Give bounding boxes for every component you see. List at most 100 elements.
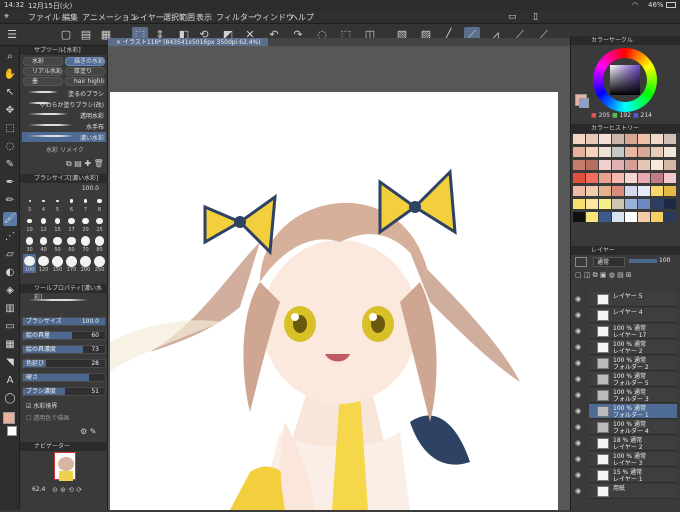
brushsize-cell[interactable]: 17 — [65, 214, 78, 233]
brushsize-cell[interactable]: 3 — [23, 194, 36, 213]
layer-row[interactable]: ◉ 100 % 通常 フォルダー 3 — [575, 388, 677, 403]
brushsize-cell[interactable]: 5 — [51, 194, 64, 213]
eye-icon[interactable]: ◉ — [575, 439, 581, 447]
hand-icon[interactable]: ✋ — [3, 68, 17, 82]
history-swatch[interactable] — [664, 212, 676, 222]
eyedropper-icon[interactable]: ✎ — [3, 158, 17, 172]
history-swatch[interactable] — [664, 173, 676, 183]
pencil-icon[interactable]: ✏ — [3, 194, 17, 208]
lasso-icon[interactable]: ◌ — [3, 140, 17, 154]
slider-paint-density[interactable]: 絵の具濃度 73 — [22, 345, 106, 354]
brushsize-cell[interactable]: 120 — [37, 254, 50, 273]
menu-layer[interactable]: レイヤー — [132, 12, 164, 23]
history-swatch[interactable] — [625, 160, 637, 170]
eye-icon[interactable]: ◉ — [575, 295, 581, 303]
slider-paint-amount[interactable]: 絵の具量 60 — [22, 331, 106, 340]
eye-icon[interactable]: ◉ — [575, 391, 581, 399]
history-swatch[interactable] — [573, 134, 585, 144]
history-swatch[interactable] — [586, 173, 598, 183]
layer-row[interactable]: ◉ 18 % 通常 レイヤー 2 — [575, 436, 677, 451]
move-icon[interactable]: ✥ — [3, 104, 17, 118]
history-swatch[interactable] — [664, 147, 676, 157]
color-square[interactable] — [610, 65, 640, 95]
brushsize-cell[interactable]: 12 — [37, 214, 50, 233]
history-swatch[interactable] — [612, 173, 624, 183]
history-swatch[interactable] — [638, 186, 650, 196]
history-swatch[interactable] — [651, 160, 663, 170]
history-swatch[interactable] — [664, 160, 676, 170]
brush-item-4[interactable]: 濃い水彩 — [22, 132, 106, 142]
eye-icon[interactable]: ◉ — [575, 487, 581, 495]
history-swatch[interactable] — [664, 199, 676, 209]
history-swatch[interactable] — [573, 199, 585, 209]
gradient-icon[interactable]: ▥ — [3, 302, 17, 316]
menu-view[interactable]: 表示 — [196, 12, 212, 23]
brushsize-cell[interactable]: 80 — [93, 234, 106, 253]
history-swatch[interactable] — [573, 212, 585, 222]
new-file-icon[interactable]: ▢ — [58, 27, 74, 43]
layer-new-icon[interactable] — [575, 257, 587, 267]
subtool-group-4[interactable]: 墨 — [23, 77, 63, 86]
blend-icon[interactable]: ◐ — [3, 266, 17, 280]
history-swatch[interactable] — [586, 160, 598, 170]
history-swatch[interactable] — [664, 134, 676, 144]
brush-item-2[interactable]: 透明水彩 — [22, 110, 106, 120]
smartphone-icon[interactable]: ▭ — [508, 12, 517, 22]
eye-icon[interactable]: ◉ — [575, 455, 581, 463]
brushsize-cell[interactable]: 170 — [65, 254, 78, 273]
history-swatch[interactable] — [586, 147, 598, 157]
text-icon[interactable]: A — [3, 374, 17, 388]
history-swatch[interactable] — [638, 199, 650, 209]
layer-row[interactable]: ◉ 100 % 通常 レイヤー 2 — [575, 340, 677, 355]
history-swatch[interactable] — [651, 199, 663, 209]
eye-icon[interactable]: ◉ — [575, 407, 581, 415]
history-swatch[interactable] — [586, 134, 598, 144]
brushsize-cell[interactable]: 20 — [79, 214, 92, 233]
brushsize-cell[interactable]: 70 — [79, 234, 92, 253]
history-swatch[interactable] — [586, 199, 598, 209]
eye-icon[interactable]: ◉ — [575, 471, 581, 479]
menu-edit[interactable]: 編集 — [62, 12, 78, 23]
brushsize-cell[interactable]: 6 — [65, 194, 78, 213]
history-swatch[interactable] — [599, 173, 611, 183]
brushsize-cell[interactable]: 250 — [93, 254, 106, 273]
history-swatch[interactable] — [651, 212, 663, 222]
subtool-group-1[interactable]: 描きの水彩 — [65, 57, 105, 66]
close-icon[interactable]: × — [116, 39, 123, 46]
subtool-group-2[interactable]: リアル水彩 — [23, 67, 63, 76]
history-swatch[interactable] — [599, 199, 611, 209]
layer-row[interactable]: ◉ 用紙 — [575, 484, 677, 499]
eye-icon[interactable]: ◉ — [575, 359, 581, 367]
open-icon[interactable]: ▤ — [78, 27, 94, 43]
sub-color-chip[interactable] — [579, 98, 589, 108]
layer-row[interactable]: ◉ レイヤー 5 — [575, 292, 677, 307]
layer-row[interactable]: ◉ 100 % 通常 フォルダー 4 — [575, 420, 677, 435]
history-swatch[interactable] — [612, 147, 624, 157]
eye-icon[interactable]: ◉ — [575, 375, 581, 383]
brush-icon[interactable]: 🖌 — [3, 212, 17, 226]
eye-icon[interactable]: ◉ — [575, 311, 581, 319]
history-swatch[interactable] — [586, 186, 598, 196]
layer-row[interactable]: ◉ レイヤー 4 — [575, 308, 677, 323]
selection-icon[interactable]: ⬚ — [3, 122, 17, 136]
menu-toggle-icon[interactable]: ☰ — [4, 27, 20, 43]
layer-row[interactable]: ◉ 15 % 通常 レイヤー 1 — [575, 468, 677, 483]
history-swatch[interactable] — [612, 186, 624, 196]
navigator-controls[interactable]: ⊖ ⊕ ⟲ ⟳ — [52, 486, 82, 494]
history-swatch[interactable] — [612, 199, 624, 209]
history-swatch[interactable] — [638, 212, 650, 222]
brushsize-cell[interactable]: 150 — [51, 254, 64, 273]
layer-row[interactable]: ◉ 100 % 通常 フォルダー 2 — [575, 356, 677, 371]
history-swatch[interactable] — [599, 160, 611, 170]
menu-file[interactable]: ファイル — [28, 12, 60, 23]
history-swatch[interactable] — [638, 147, 650, 157]
menu-filter[interactable]: フィルター — [216, 12, 256, 23]
history-swatch[interactable] — [599, 186, 611, 196]
history-swatch[interactable] — [651, 134, 663, 144]
brushsize-cell[interactable]: 200 — [79, 254, 92, 273]
eye-icon[interactable]: ◉ — [575, 327, 581, 335]
subtool-group-3[interactable]: 厚塗り — [65, 67, 105, 76]
layer-row[interactable]: ◉ 100 % 通常 フォルダー 1 — [575, 404, 677, 419]
pen-icon[interactable]: ✒ — [3, 176, 17, 190]
history-swatch[interactable] — [638, 160, 650, 170]
